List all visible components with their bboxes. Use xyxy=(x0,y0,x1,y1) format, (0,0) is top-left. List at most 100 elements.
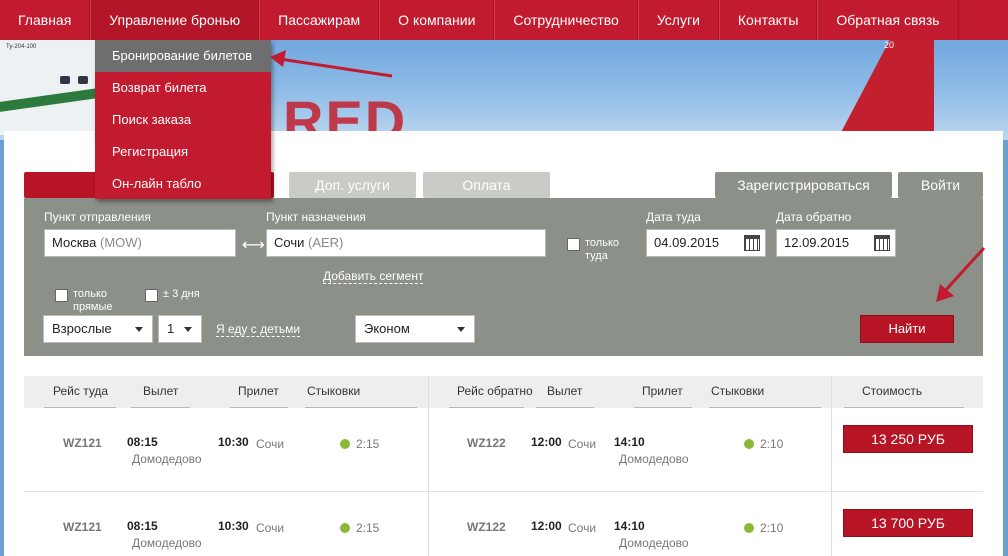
return-flight-number: WZ122 xyxy=(467,436,506,450)
login-button[interactable]: Войти xyxy=(898,172,983,198)
header-return-departure: Вылет xyxy=(547,384,583,398)
clock-icon xyxy=(744,439,754,449)
passenger-type-value: Взрослые xyxy=(52,321,112,336)
oneway-checkbox[interactable] xyxy=(567,238,580,251)
flex-dates-checkbox[interactable] xyxy=(145,289,158,302)
date-back-field[interactable]: 12.09.2015 xyxy=(776,229,896,257)
date-back-value: 12.09.2015 xyxy=(784,235,850,250)
direct-only-checkbox[interactable] xyxy=(55,289,68,302)
cabin-class-value: Эконом xyxy=(364,321,410,336)
passenger-count-value: 1 xyxy=(167,321,175,336)
outbound-departure-airport: Домодедово xyxy=(132,452,202,466)
nav-item-about[interactable]: О компании xyxy=(379,0,495,40)
return-departure-city: Сочи xyxy=(568,437,597,451)
return-arrival-time: 14:10 xyxy=(614,435,645,449)
direct-label-line2: прямые xyxy=(73,301,113,313)
header-outbound-flight: Рейс туда xyxy=(53,384,109,398)
price-button[interactable]: 13 250 РУБ xyxy=(843,425,973,453)
passenger-type-select[interactable]: Взрослые xyxy=(43,315,153,343)
with-kids-link[interactable]: Я еду с детьми xyxy=(216,322,301,337)
outbound-flight-number: WZ121 xyxy=(63,436,102,450)
clock-icon xyxy=(340,523,350,533)
outbound-arrival-city: Сочи xyxy=(256,521,285,535)
tab-payment[interactable]: Оплата xyxy=(423,172,550,198)
outbound-connection-time: 2:15 xyxy=(356,437,380,451)
register-button[interactable]: Зарегистрироваться xyxy=(715,172,892,198)
header-outbound-connections: Стыковки xyxy=(307,384,361,398)
cabin-class-select[interactable]: Эконом xyxy=(355,315,475,343)
from-field[interactable]: Москва (MOW) xyxy=(44,229,236,257)
date-out-value: 04.09.2015 xyxy=(654,235,720,250)
plane-model-label: Ту-204-100 xyxy=(6,44,37,50)
calendar-icon[interactable] xyxy=(744,235,760,251)
nav-item-booking-management[interactable]: Управление бронью xyxy=(90,0,260,40)
main-nav: Главная Управление бронью Пассажирам О к… xyxy=(0,0,1008,40)
nav-item-home[interactable]: Главная xyxy=(0,0,91,40)
return-departure-city: Сочи xyxy=(568,521,597,535)
date-out-label: Дата туда xyxy=(646,210,701,224)
outbound-arrival-time: 10:30 xyxy=(218,519,249,533)
from-code: (MOW) xyxy=(100,235,142,250)
nav-item-passengers[interactable]: Пассажирам xyxy=(259,0,380,40)
return-flight-number: WZ122 xyxy=(467,520,506,534)
nav-item-contacts[interactable]: Контакты xyxy=(718,0,818,40)
price-button[interactable]: 13 700 РУБ xyxy=(843,509,973,537)
header-price: Стоимость xyxy=(862,384,923,398)
to-label: Пункт назначения xyxy=(266,210,366,224)
clock-icon xyxy=(744,523,754,533)
menu-item-checkin[interactable]: Регистрация xyxy=(95,136,271,168)
return-departure-time: 12:00 xyxy=(531,435,562,449)
table-row[interactable] xyxy=(24,408,983,492)
menu-item-book-tickets[interactable]: Бронирование билетов xyxy=(95,40,271,72)
direct-only-label: только прямые xyxy=(73,288,113,314)
outbound-departure-time: 08:15 xyxy=(127,435,158,449)
to-code: (AER) xyxy=(308,235,344,250)
swap-icon[interactable]: ⟷ xyxy=(242,235,265,255)
header-outbound-arrival: Прилет xyxy=(238,384,279,398)
return-arrival-time: 14:10 xyxy=(614,519,645,533)
column-divider xyxy=(831,376,832,556)
menu-item-refund[interactable]: Возврат билета xyxy=(95,72,271,104)
oneway-label-line2: туда xyxy=(585,250,608,262)
chevron-down-icon xyxy=(135,327,143,332)
tail-number: 20 xyxy=(884,40,895,50)
plane-window xyxy=(78,76,88,84)
calendar-icon[interactable] xyxy=(874,235,890,251)
outbound-arrival-city: Сочи xyxy=(256,437,285,451)
chevron-down-icon xyxy=(457,327,465,332)
date-out-field[interactable]: 04.09.2015 xyxy=(646,229,766,257)
return-departure-time: 12:00 xyxy=(531,519,562,533)
add-segment-link[interactable]: Добавить сегмент xyxy=(323,269,424,284)
menu-item-find-order[interactable]: Поиск заказа xyxy=(95,104,271,136)
direct-label-line1: только xyxy=(73,288,107,300)
to-city: Сочи xyxy=(274,235,305,250)
chevron-down-icon xyxy=(184,327,192,332)
from-label: Пункт отправления xyxy=(44,210,151,224)
return-connection-time: 2:10 xyxy=(760,437,784,451)
header-return-arrival: Прилет xyxy=(642,384,683,398)
header-return-flight: Рейс обратно xyxy=(457,384,533,398)
tab-extra-services[interactable]: Доп. услуги xyxy=(289,172,416,198)
search-button[interactable]: Найти xyxy=(860,315,954,343)
nav-item-cooperation[interactable]: Сотрудничество xyxy=(494,0,638,40)
outbound-departure-time: 08:15 xyxy=(127,519,158,533)
oneway-label-line1: только xyxy=(585,237,619,249)
nav-item-services[interactable]: Услуги xyxy=(637,0,719,40)
nav-item-feedback[interactable]: Обратная связь xyxy=(817,0,959,40)
menu-item-online-board[interactable]: Он-лайн табло xyxy=(95,168,271,200)
column-divider xyxy=(428,376,429,556)
passenger-count-select[interactable]: 1 xyxy=(158,315,202,343)
outbound-departure-airport: Домодедово xyxy=(132,536,202,550)
to-field[interactable]: Сочи (AER) xyxy=(266,229,546,257)
header-return-connections: Стыковки xyxy=(711,384,765,398)
outbound-connection-time: 2:15 xyxy=(356,521,380,535)
flex-dates-label: ± 3 дня xyxy=(163,288,200,300)
return-connection-time: 2:10 xyxy=(760,521,784,535)
from-city: Москва xyxy=(52,235,97,250)
header-outbound-departure: Вылет xyxy=(143,384,179,398)
oneway-label: только туда xyxy=(585,237,619,263)
plane-window xyxy=(60,76,70,84)
page: { "nav": { "items": ["Главная","Управлен… xyxy=(0,0,1008,556)
return-arrival-airport: Домодедово xyxy=(619,536,689,550)
outbound-flight-number: WZ121 xyxy=(63,520,102,534)
